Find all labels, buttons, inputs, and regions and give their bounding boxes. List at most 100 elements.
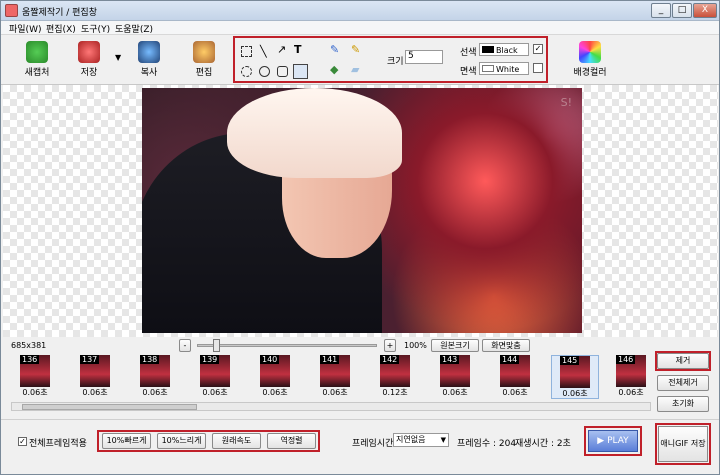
line-color-select[interactable]: Black — [479, 43, 529, 56]
title-bar: 움짤제작기 / 편집창 _ □ X — [1, 1, 719, 21]
menu-edit[interactable]: 편집(X) — [46, 22, 76, 35]
maximize-button[interactable]: □ — [672, 3, 692, 18]
frame-item[interactable]: 143 0.06초 — [431, 355, 479, 398]
fill-color-label: 면색 — [460, 67, 477, 77]
bottom-panel: ✓ 전체프레임적용 10%빠르게 10%느리게 원래속도 역정렬 프레임시간 지… — [1, 419, 719, 475]
close-button[interactable]: X — [693, 3, 717, 18]
frame-count: 프레임수 : 204 — [457, 439, 517, 449]
zoom-slider-thumb[interactable] — [213, 339, 220, 352]
text-icon[interactable]: T — [294, 43, 302, 56]
zoom-slider[interactable] — [197, 339, 377, 352]
app-icon — [5, 4, 18, 17]
apply-all-checkbox[interactable]: ✓ — [18, 437, 27, 446]
edit-icon — [193, 41, 215, 63]
frame-scrollbar[interactable] — [11, 402, 651, 411]
toolbar: 새캡처 저장 ▼ 복사 편집 ╲ ↗ T ✎ ✎ ◆ ▰ 크기 5 선색 Bla… — [1, 35, 719, 85]
frame-item[interactable]: 142 0.12초 — [371, 355, 419, 398]
frame-thumbnail: 139 — [200, 355, 230, 387]
camera-icon — [26, 41, 48, 63]
frame-image: S! — [142, 88, 582, 333]
size-label: 크기 — [387, 57, 404, 67]
frame-thumbnail: 144 — [500, 355, 530, 387]
new-capture-button[interactable]: 새캡처 — [19, 41, 55, 78]
frame-item[interactable]: 139 0.06초 — [191, 355, 239, 398]
frame-item-selected[interactable]: 145 0.06초 — [551, 355, 599, 399]
rounded-rect-icon[interactable] — [277, 66, 288, 77]
original-size-button[interactable]: 원본크기 — [431, 339, 479, 352]
frame-thumbnail: 138 — [140, 355, 170, 387]
color-swatch-white — [482, 65, 494, 72]
ellipse-icon[interactable] — [259, 66, 270, 77]
edit-button[interactable]: 편집 — [186, 41, 222, 78]
frame-time-select[interactable]: 지연없음 ▼ — [393, 433, 449, 447]
canvas-area[interactable]: S! — [3, 85, 718, 337]
select-ellipse-icon[interactable] — [241, 66, 252, 77]
image-dimensions: 685x381 — [11, 341, 47, 350]
frame-item[interactable]: 141 0.06초 — [311, 355, 359, 398]
copy-icon — [138, 41, 160, 63]
fill-color-select[interactable]: White — [479, 62, 529, 75]
pencil-icon[interactable]: ✎ — [330, 43, 339, 56]
eraser-icon[interactable]: ▰ — [351, 63, 359, 76]
save-icon — [78, 41, 100, 63]
brush-icon[interactable]: ✎ — [351, 43, 360, 56]
arrow-icon[interactable]: ↗ — [277, 43, 286, 56]
zoom-out-button[interactable]: - — [179, 339, 191, 352]
fill-color-checkbox[interactable] — [533, 63, 543, 73]
frame-item[interactable]: 137 0.06초 — [71, 355, 119, 398]
scrollbar-thumb[interactable] — [22, 404, 197, 410]
frame-thumbnail: 146 — [616, 355, 646, 387]
menu-file[interactable]: 파일(W) — [9, 22, 41, 35]
canvas-status-row: 685x381 - + 100% 원본크기 화면맞춤 — [1, 337, 719, 355]
copy-button[interactable]: 복사 — [131, 41, 167, 78]
reset-button[interactable]: 초기화 — [657, 396, 709, 412]
frame-thumbnail: 143 — [440, 355, 470, 387]
menu-help[interactable]: 도움말(Z) — [115, 22, 153, 35]
frame-thumbnail: 141 — [320, 355, 350, 387]
chevron-down-icon: ▼ — [440, 436, 446, 444]
remove-frame-button[interactable]: 제거 — [657, 353, 709, 369]
slower-button[interactable]: 10%느리게 — [157, 433, 206, 449]
play-button[interactable]: ▶ PLAY — [588, 430, 638, 452]
menu-bar: 파일(W) 편집(X) 도구(Y) 도움말(Z) — [1, 21, 719, 35]
frame-item[interactable]: 146 0.06초 — [611, 355, 651, 398]
save-gif-button[interactable]: 애니GIF 저장 — [658, 426, 708, 462]
size-input[interactable]: 5 — [405, 50, 443, 64]
frame-item[interactable]: 136 0.06초 — [11, 355, 59, 398]
frame-thumbnail: 136 — [20, 355, 50, 387]
palette-icon — [579, 41, 601, 63]
save-button[interactable]: 저장 — [71, 41, 107, 78]
frame-strip: 136 0.06초 137 0.06초 138 0.06초 139 0.06초 140 0… — [11, 355, 651, 401]
fit-screen-button[interactable]: 화면맞춤 — [482, 339, 530, 352]
line-color-label: 선색 — [460, 48, 477, 58]
select-rect-icon[interactable] — [241, 46, 252, 57]
rectangle-icon[interactable] — [293, 64, 308, 79]
draw-tools-group: ╲ ↗ T ✎ ✎ ◆ ▰ 크기 5 선색 Black ✓ 면색 White — [233, 36, 548, 83]
frame-thumbnail: 140 — [260, 355, 290, 387]
play-time: 재생시간 : 2초 — [515, 439, 571, 449]
remove-all-button[interactable]: 전체제거 — [657, 375, 709, 391]
faster-button[interactable]: 10%빠르게 — [102, 433, 151, 449]
original-speed-button[interactable]: 원래속도 — [212, 433, 261, 449]
frame-thumbnail: 137 — [80, 355, 110, 387]
hair — [227, 88, 402, 178]
frame-item[interactable]: 140 0.06초 — [251, 355, 299, 398]
frame-item[interactable]: 138 0.06초 — [131, 355, 179, 398]
background-color-button[interactable]: 배경컬러 — [568, 41, 612, 78]
frame-thumbnail: 145 — [560, 356, 590, 388]
line-icon[interactable]: ╲ — [260, 45, 267, 58]
frame-time-label: 프레임시간 — [352, 439, 394, 449]
minimize-button[interactable]: _ — [651, 3, 671, 18]
frame-item[interactable]: 144 0.06초 — [491, 355, 539, 398]
frame-thumbnail: 142 — [380, 355, 410, 387]
apply-all-label: 전체프레임적용 — [29, 439, 87, 449]
fill-bucket-icon[interactable]: ◆ — [330, 63, 338, 76]
window-title: 움짤제작기 / 편집창 — [22, 8, 97, 18]
line-color-checkbox[interactable]: ✓ — [533, 44, 543, 54]
menu-tools[interactable]: 도구(Y) — [81, 22, 110, 35]
save-dropdown-arrow-icon[interactable]: ▼ — [115, 53, 121, 62]
zoom-level: 100% — [404, 341, 427, 350]
color-swatch-black — [482, 46, 494, 53]
reverse-button[interactable]: 역정렬 — [267, 433, 316, 449]
zoom-in-button[interactable]: + — [384, 339, 396, 352]
